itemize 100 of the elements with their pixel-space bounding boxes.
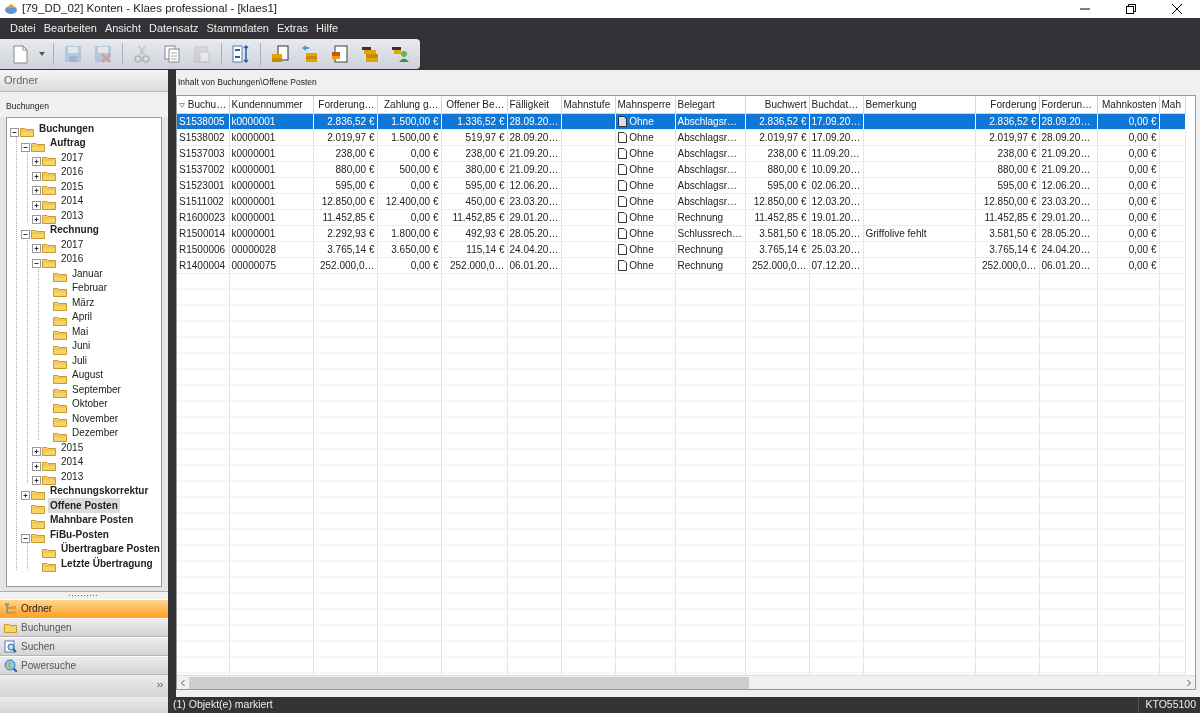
expand-icon[interactable] bbox=[32, 215, 41, 225]
expand-icon[interactable] bbox=[32, 244, 41, 254]
table-cell: 23.03.20… bbox=[1039, 193, 1097, 209]
tree-item[interactable]: März bbox=[70, 294, 97, 310]
tree-item[interactable]: 2014 bbox=[59, 193, 86, 208]
expand-icon[interactable] bbox=[32, 171, 41, 181]
collapse-icon[interactable] bbox=[21, 142, 30, 152]
scrollbar-thumb[interactable] bbox=[189, 676, 749, 689]
table-cell: k0000001 bbox=[229, 145, 313, 161]
table-cell: k0000001 bbox=[229, 209, 313, 225]
column-header[interactable]: Bemerkung bbox=[863, 96, 975, 113]
expand-icon[interactable] bbox=[32, 461, 41, 471]
tree-item[interactable]: 2014 bbox=[59, 454, 86, 469]
folder-icon bbox=[53, 343, 67, 355]
expand-icon[interactable] bbox=[32, 200, 41, 210]
tree-item[interactable]: November bbox=[70, 410, 121, 426]
tree-item[interactable]: Rechnungskorrektur bbox=[48, 483, 151, 498]
table-cell: 28.09.20… bbox=[507, 129, 561, 145]
tree-item[interactable]: 2016 bbox=[59, 251, 86, 266]
column-header[interactable]: Mahnkosten bbox=[1097, 96, 1159, 113]
tree-item[interactable]: Rechnung bbox=[48, 222, 101, 237]
collapse-icon[interactable] bbox=[21, 229, 30, 239]
column-header[interactable]: Buchwert bbox=[745, 96, 809, 113]
table-cell: 238,00 € bbox=[441, 145, 507, 161]
column-header[interactable]: Mahnsperre bbox=[615, 96, 675, 113]
expand-icon[interactable] bbox=[32, 186, 41, 196]
status-code: KTO55100 bbox=[1138, 697, 1200, 713]
new-document-icon bbox=[10, 44, 30, 64]
splitter-grip[interactable] bbox=[69, 594, 99, 597]
table-cell: 0,00 € bbox=[1097, 193, 1159, 209]
tree-item[interactable]: Mahnbare Posten bbox=[48, 512, 136, 527]
tree-item[interactable]: 2017 bbox=[59, 149, 86, 165]
menu-item[interactable]: Extras bbox=[272, 19, 313, 37]
nav-button[interactable]: Buchungen bbox=[0, 618, 168, 637]
column-header[interactable]: Forderun… bbox=[1039, 96, 1097, 113]
tree-item[interactable]: Mai bbox=[70, 323, 91, 339]
collapse-icon[interactable] bbox=[21, 534, 30, 544]
column-header[interactable]: Mahnstufe bbox=[561, 96, 615, 113]
folder-icon bbox=[53, 300, 67, 312]
tree-item[interactable]: Übertragbare Posten bbox=[59, 541, 161, 556]
column-header[interactable]: Zahlung g… bbox=[377, 96, 441, 113]
column-header[interactable]: Buchu… bbox=[177, 96, 229, 113]
column-header[interactable]: Belegart bbox=[675, 96, 745, 113]
collapse-icon[interactable] bbox=[10, 128, 19, 138]
table-cell: S1511002 bbox=[177, 193, 229, 209]
table-cell: 3.581,50 € bbox=[975, 225, 1039, 241]
tree-item[interactable]: August bbox=[70, 367, 106, 382]
menu-item[interactable]: Datei bbox=[6, 19, 40, 37]
column-header[interactable]: Buchdat… bbox=[809, 96, 863, 113]
expand-icon[interactable] bbox=[32, 447, 41, 457]
column-header[interactable]: Mah bbox=[1159, 96, 1185, 113]
column-header[interactable]: Fälligkeit bbox=[507, 96, 561, 113]
tree-item[interactable]: FiBu-Posten bbox=[48, 526, 111, 542]
column-header[interactable]: Forderung… bbox=[313, 96, 377, 113]
tree-item[interactable]: Letzte Übertragung bbox=[59, 555, 155, 571]
table-cell: 12.850,00 € bbox=[975, 193, 1039, 209]
expand-icon[interactable] bbox=[32, 157, 41, 167]
tree-item[interactable]: 2016 bbox=[59, 164, 86, 179]
tree-item[interactable]: Oktober bbox=[70, 396, 110, 411]
horizontal-scrollbar[interactable] bbox=[177, 675, 1195, 689]
menu-item[interactable]: Bearbeiten bbox=[39, 19, 101, 37]
tree-item[interactable]: Auftrag bbox=[48, 135, 88, 150]
table-cell: Ohne bbox=[615, 193, 675, 209]
folder-icon bbox=[42, 155, 56, 167]
tree-item[interactable]: 2013 bbox=[59, 468, 86, 484]
tree-item[interactable]: Dezember bbox=[70, 425, 121, 440]
tree-item[interactable]: 2015 bbox=[59, 178, 86, 194]
nav-button[interactable]: Ordner bbox=[0, 599, 168, 618]
tree-item[interactable]: April bbox=[70, 309, 94, 324]
table-cell: S1523001 bbox=[177, 177, 229, 193]
tree-item[interactable]: September bbox=[70, 381, 123, 397]
table-cell: 28.05.20… bbox=[1039, 225, 1097, 241]
column-header[interactable]: Forderung bbox=[975, 96, 1039, 113]
table-cell: 252.000,0… bbox=[745, 257, 809, 273]
tree-item[interactable]: Januar bbox=[70, 265, 105, 281]
nav-button[interactable]: Suchen bbox=[0, 637, 168, 656]
menu-item[interactable]: Hilfe bbox=[312, 19, 343, 37]
table-cell: R1500006 bbox=[177, 241, 229, 257]
tree-item[interactable]: 2013 bbox=[59, 207, 86, 223]
collapse-icon[interactable] bbox=[32, 258, 41, 268]
menu-item[interactable]: Datensatz bbox=[145, 19, 203, 37]
menu-item[interactable]: Stammdaten bbox=[202, 19, 273, 37]
tree-item[interactable]: Buchungen bbox=[37, 120, 96, 136]
tree-item[interactable]: 2017 bbox=[59, 236, 86, 252]
column-header[interactable]: Kundennummer bbox=[229, 96, 313, 113]
table-cell: Ohne bbox=[615, 129, 675, 145]
table-cell: R1400004 bbox=[177, 257, 229, 273]
expand-icon[interactable] bbox=[32, 476, 41, 486]
tree-item[interactable]: Juli bbox=[70, 352, 89, 368]
nav-button[interactable]: Powersuche bbox=[0, 656, 168, 675]
table-cell: 21.09.20… bbox=[507, 145, 561, 161]
tree-item[interactable]: Offene Posten bbox=[48, 497, 120, 513]
table-cell: 21.09.20… bbox=[1039, 161, 1097, 177]
tree-item[interactable]: Februar bbox=[70, 280, 109, 295]
expand-icon[interactable] bbox=[21, 490, 30, 500]
menu-item[interactable]: Ansicht bbox=[100, 19, 145, 37]
tree-item[interactable]: 2015 bbox=[59, 439, 86, 455]
table-cell: Rechnung bbox=[675, 209, 745, 225]
column-header[interactable]: Offener Be… bbox=[441, 96, 507, 113]
tree-item[interactable]: Juni bbox=[70, 338, 93, 353]
